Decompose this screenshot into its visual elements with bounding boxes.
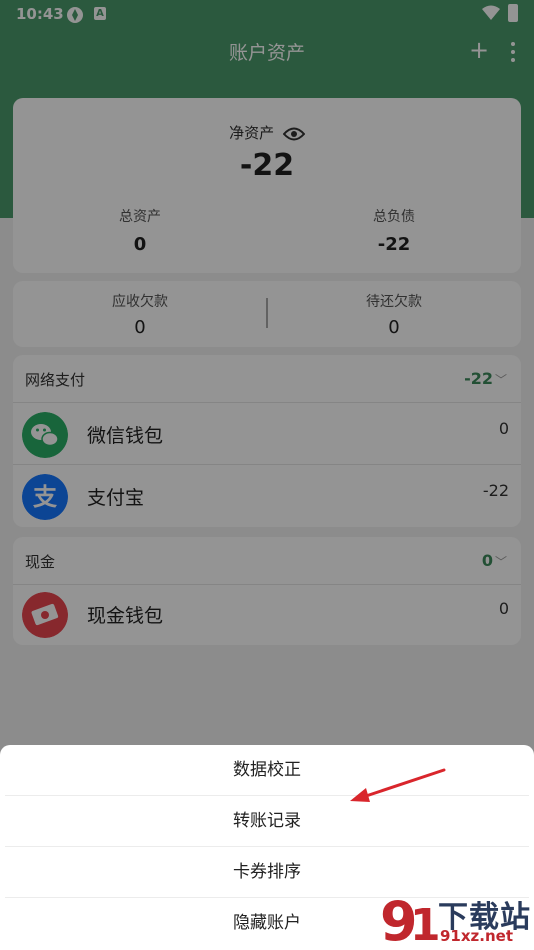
menu-item-data-correction[interactable]: 数据校正 [5,745,529,796]
menu-item-transfer-records[interactable]: 转账记录 [5,796,529,847]
annotation-arrow-icon [350,768,446,802]
watermark-site: 91xz.net [440,927,514,945]
svg-text:1: 1 [410,900,441,950]
